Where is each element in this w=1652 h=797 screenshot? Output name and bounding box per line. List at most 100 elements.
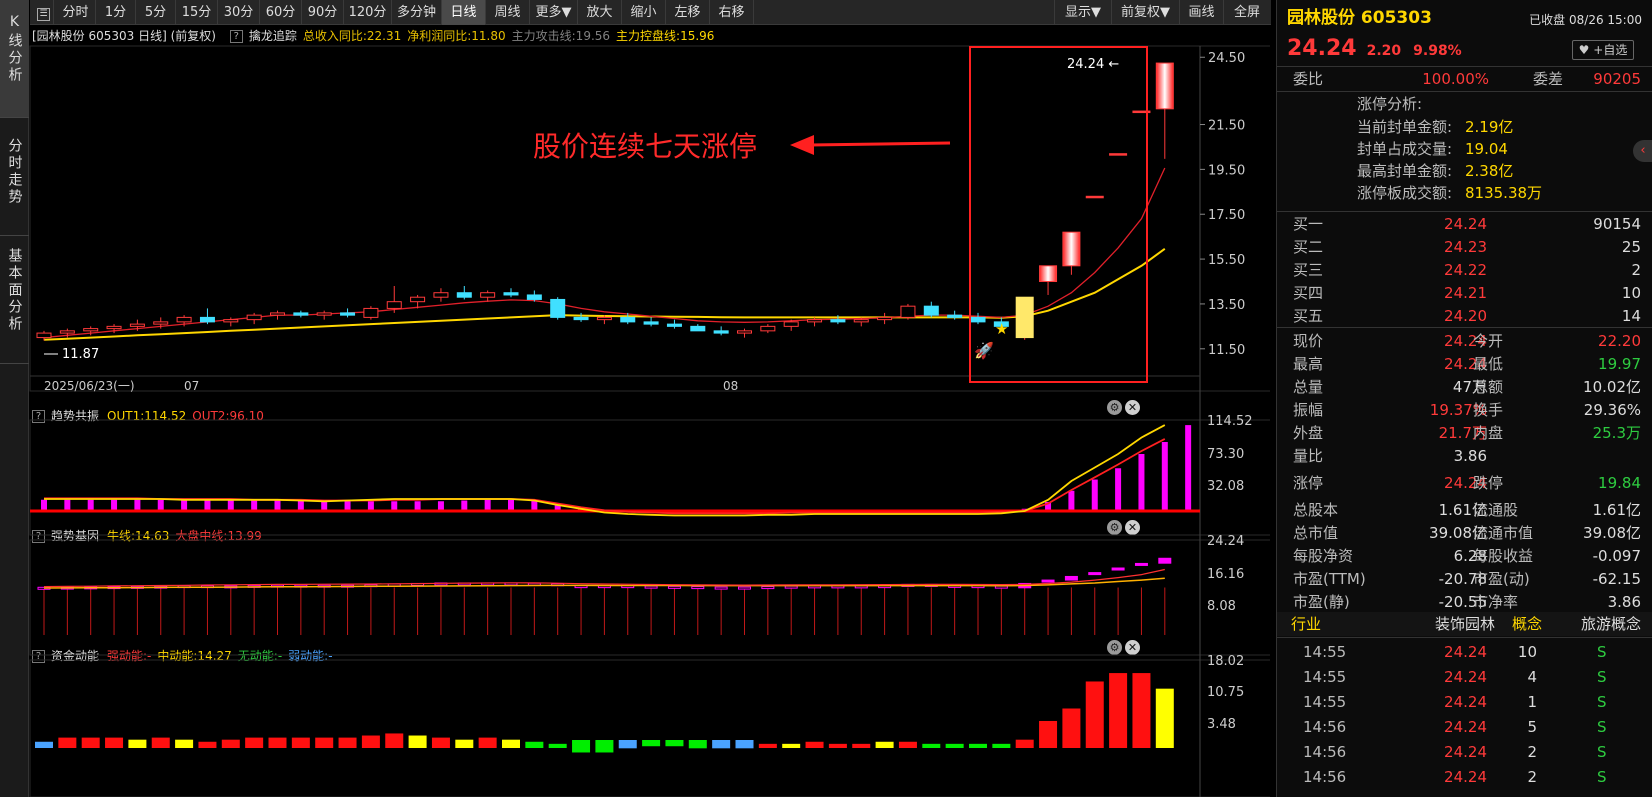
candle-body — [36, 332, 52, 339]
strength-candle — [1111, 567, 1125, 571]
candle-body — [666, 323, 682, 327]
candle-body — [199, 316, 215, 323]
stat-value: 1.61亿 — [1592, 501, 1641, 519]
market-status: 已收盘 08/26 15:00 — [1529, 9, 1642, 31]
strength-candle — [761, 586, 775, 590]
limit-value: 2.19亿 — [1465, 118, 1514, 136]
candle-body — [363, 307, 379, 318]
candle-body — [1109, 153, 1128, 156]
watch-label: +自选 — [1593, 43, 1628, 57]
limit-label: 最高封单金额: — [1357, 162, 1453, 180]
bid-volume: 14 — [1621, 307, 1641, 325]
stat-value: 3.86 — [1607, 593, 1641, 611]
bid-label: 买二 — [1293, 238, 1324, 256]
candle-body — [643, 321, 659, 325]
tick-volume: 10 — [1517, 643, 1537, 661]
money-bar — [712, 740, 731, 749]
candles — [36, 62, 1174, 341]
resonance-bar — [157, 499, 164, 511]
strength-candle — [1064, 575, 1078, 581]
add-watchlist-button[interactable]: ♥ +自选 — [1572, 40, 1634, 60]
strength-candle — [1088, 572, 1102, 576]
candle-body — [783, 321, 799, 327]
stat-value: 22.20 — [1598, 332, 1641, 350]
money-bar — [548, 743, 567, 748]
stat-value: -0.097 — [1592, 547, 1641, 565]
candle-body — [223, 319, 239, 323]
pane-axis-label: 24.24 — [1207, 534, 1244, 549]
pane-axis-label: 10.75 — [1207, 685, 1244, 700]
money-bar — [992, 743, 1011, 748]
stat-value: 24.24 — [1444, 474, 1487, 492]
stat-value: 19.37% — [1429, 401, 1487, 419]
stat-label: 流通市值 — [1473, 524, 1534, 542]
money-bar — [618, 740, 637, 749]
strength-candle — [1134, 562, 1148, 566]
status-time: 08/26 15:00 — [1569, 13, 1642, 27]
resonance-bar — [484, 499, 491, 511]
kline-chart-area[interactable]: 24.50 21.50 19.50 17.50 15.50 13.50 11.50 2025… — [0, 0, 1270, 797]
candle-body — [807, 319, 823, 323]
industry-value[interactable]: 装饰园林 — [1395, 613, 1495, 635]
annotation-arrow-line — [809, 141, 951, 147]
stat-label: 今开 — [1473, 332, 1504, 350]
money-bar — [268, 737, 287, 748]
tick-time: 14:56 — [1303, 768, 1347, 786]
limit-value: 19.04 — [1465, 140, 1508, 158]
candle-body — [830, 319, 846, 323]
bid-label: 买三 — [1293, 261, 1324, 279]
stat-label: 量比 — [1293, 447, 1324, 465]
tick-side: S — [1597, 643, 1607, 661]
money-bar — [81, 737, 100, 748]
stat-label: 振幅 — [1293, 401, 1324, 419]
concept-value[interactable]: 旅游概念 — [1537, 613, 1641, 635]
stat-label: 总量 — [1293, 378, 1324, 396]
money-bar — [945, 743, 964, 748]
collapse-panel-icon[interactable]: ‹ — [1633, 140, 1652, 162]
money-bar — [922, 743, 941, 748]
candle-body — [246, 314, 262, 321]
strength-candle — [1158, 557, 1172, 564]
resonance-bar — [227, 499, 234, 511]
candle-body — [456, 292, 472, 298]
candle-body — [59, 330, 75, 334]
money-bar — [478, 737, 497, 748]
pane-axis-label: 73.30 — [1207, 447, 1244, 462]
limit-value: 2.38亿 — [1465, 162, 1514, 180]
stat-label: 每股净资 — [1293, 547, 1354, 565]
resonance-bar — [87, 499, 94, 511]
strength-candle — [738, 586, 751, 590]
resonance-bar — [1091, 479, 1098, 511]
price-change-pct: 9.98% — [1413, 43, 1462, 59]
strength-candle — [1041, 579, 1055, 583]
candle-body — [503, 292, 519, 296]
candle-body — [596, 316, 612, 321]
stat-value: 1.61亿 — [1438, 501, 1487, 519]
strength-pane — [37, 557, 1172, 635]
divider — [1277, 211, 1652, 212]
candle-body — [433, 292, 449, 298]
stat-label: 外盘 — [1293, 424, 1324, 442]
tick-time: 14:56 — [1303, 743, 1347, 761]
money-bar — [315, 737, 334, 748]
candle-body — [1085, 195, 1104, 199]
strength-candle — [644, 585, 658, 589]
stat-label: 每股收益 — [1473, 547, 1534, 565]
bid-price: 24.22 — [1444, 261, 1487, 279]
candle-body — [153, 321, 169, 325]
money-bar — [291, 737, 310, 748]
candle-body — [737, 330, 752, 334]
star-icon: ★ — [995, 320, 1008, 338]
bid-price: 24.20 — [1444, 307, 1487, 325]
annotation-arrow-head — [790, 135, 814, 155]
x-tick-label: 07 — [184, 379, 199, 393]
divider — [1277, 91, 1652, 92]
candle-body — [176, 316, 192, 323]
stat-label: 涨停 — [1293, 474, 1324, 492]
money-bar — [969, 743, 987, 748]
tick-volume: 5 — [1527, 718, 1537, 736]
pane-axis-label: 114.52 — [1207, 414, 1253, 429]
low-label: 11.87 — [62, 347, 99, 362]
money-bar — [665, 740, 684, 747]
money-bar — [1085, 681, 1104, 748]
